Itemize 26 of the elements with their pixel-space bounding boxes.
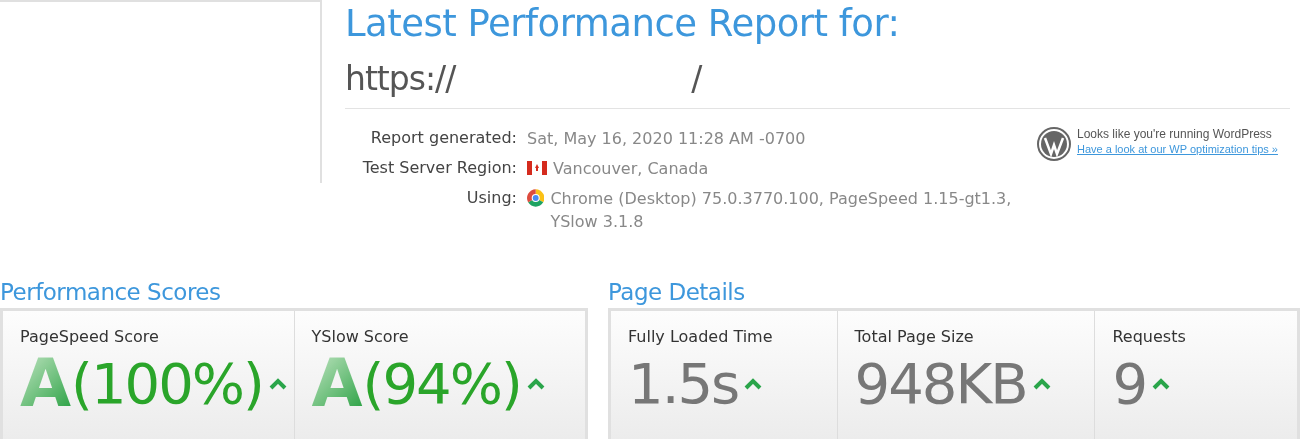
optimization-tips-link[interactable]: Have a look at our WP optimization tips » bbox=[1077, 142, 1278, 157]
info-value: Sat, May 16, 2020 11:28 AM -0700 bbox=[527, 128, 806, 150]
score-label: YSlow Score bbox=[311, 327, 410, 347]
score-value: (100%) bbox=[71, 350, 263, 418]
info-value: Chrome (Desktop) 75.0.3770.100, PageSpeed 1.15-gt1.3, YSlow 3.1.8 bbox=[550, 188, 1013, 233]
score-label: PageSpeed Score bbox=[20, 327, 160, 347]
info-label: Report generated: bbox=[369, 127, 517, 149]
info-value: Vancouver, Canada bbox=[553, 158, 709, 180]
detail-value: 948KB bbox=[854, 350, 1027, 418]
browser-icon bbox=[527, 188, 545, 208]
flag-icon bbox=[527, 161, 547, 175]
score-value: (94%) bbox=[362, 350, 521, 418]
detail-value: 9 bbox=[1112, 350, 1147, 418]
info-label: Using: bbox=[465, 187, 517, 209]
report-title: Latest Performance Report for: bbox=[345, 1, 901, 47]
section-heading: Page Details bbox=[608, 278, 746, 306]
detail-value: 1.5s bbox=[628, 350, 739, 418]
url-prefix: https:// bbox=[345, 58, 456, 98]
detail-label: Total Page Size bbox=[854, 327, 975, 347]
wordpress-icon bbox=[1037, 127, 1071, 161]
detail-label: Fully Loaded Time bbox=[628, 327, 774, 347]
section-heading: Performance Scores bbox=[0, 278, 222, 306]
url-suffix: / bbox=[691, 58, 702, 98]
wordpress-notice: Looks like you're running WordPress bbox=[1077, 127, 1273, 142]
info-label: Test Server Region: bbox=[361, 157, 517, 179]
detail-label: Requests bbox=[1112, 327, 1187, 347]
